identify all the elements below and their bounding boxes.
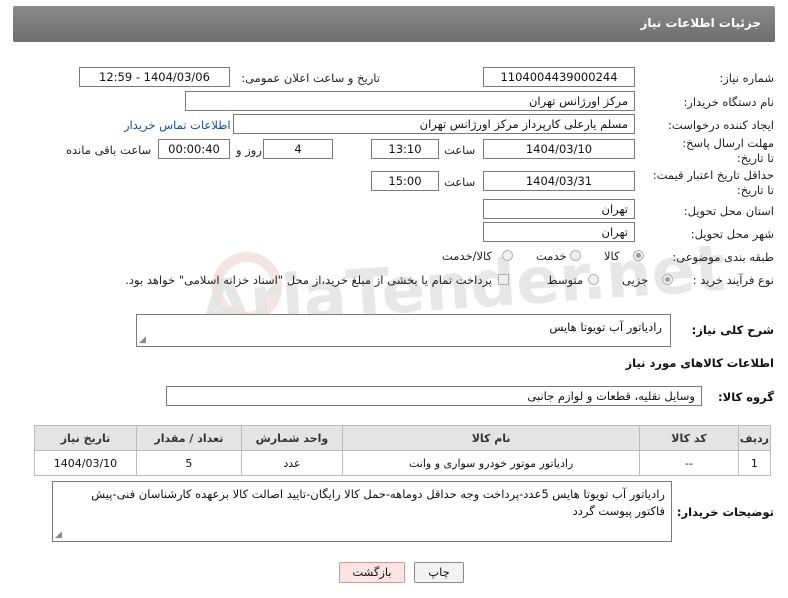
- cell-qty: 5: [135, 450, 242, 476]
- col-qty-header: تعداد / مقدار: [135, 425, 242, 451]
- col-row-header: ردیف: [737, 425, 772, 451]
- contact-info-link[interactable]: اطلاعات تماس خریدار: [124, 118, 231, 132]
- process-radio-minor[interactable]: [662, 274, 673, 285]
- deadline-time-field: 13:10: [371, 139, 439, 159]
- description-text: رادیاتور آب تویوتا هایس: [549, 320, 662, 334]
- days-field: 4: [263, 139, 333, 159]
- category-option-goods-service: کالا/خدمت: [442, 249, 493, 263]
- deadline-date-field: 1404/03/10: [483, 139, 635, 159]
- creator-field: مسلم یارعلی کارپرداز مرکز اورژانس تهران: [233, 114, 635, 134]
- days-label: روز و: [236, 143, 262, 157]
- resize-grip-icon[interactable]: ◢: [55, 530, 62, 540]
- treasury-payment-checkbox[interactable]: [498, 274, 509, 285]
- buyer-notes-label: توضیحات خریدار:: [676, 505, 774, 519]
- validity-date-field: 1404/03/31: [483, 171, 635, 191]
- description-textarea[interactable]: رادیاتور آب تویوتا هایس ◢: [136, 314, 671, 347]
- creator-label: ایجاد کننده درخواست:: [668, 118, 774, 132]
- city-label: شهر محل تحویل:: [690, 227, 774, 241]
- province-field: تهران: [483, 199, 635, 219]
- remaining-label: ساعت باقی مانده: [66, 143, 152, 157]
- process-label: نوع فرآیند خرید :: [692, 273, 774, 287]
- category-radio-goods[interactable]: [633, 250, 644, 261]
- buyer-notes-text: رادیاتور آب تویوتا هایس 5عدد-پرداخت وجه …: [91, 487, 665, 518]
- goods-group-label: گروه کالا:: [718, 390, 774, 404]
- buyer-notes-textarea[interactable]: رادیاتور آب تویوتا هایس 5عدد-پرداخت وجه …: [52, 481, 672, 542]
- col-date-header: تاریخ نیاز: [34, 425, 137, 451]
- province-label: استان محل تحویل:: [683, 204, 774, 218]
- city-field: تهران: [483, 222, 635, 242]
- process-radio-medium[interactable]: [588, 274, 599, 285]
- col-code-header: کد کالا: [639, 425, 739, 451]
- cell-unit: عدد: [240, 450, 344, 476]
- validity-time-field: 15:00: [371, 171, 439, 191]
- announce-field: 1404/03/06 - 12:59: [79, 67, 230, 87]
- page-title: جزئیات اطلاعات نیاز: [640, 16, 761, 30]
- process-option-medium: متوسط: [547, 273, 584, 287]
- col-name-header: نام کالا: [342, 425, 641, 451]
- col-unit-header: واحد شمارش: [240, 425, 344, 451]
- process-option-minor: جزیی: [622, 273, 649, 287]
- category-radio-goods-service[interactable]: [502, 250, 513, 261]
- goods-group-field: وسایل نقلیه، قطعات و لوازم جانبی: [166, 386, 702, 406]
- back-button[interactable]: بازگشت: [339, 562, 405, 583]
- print-button[interactable]: چاپ: [414, 562, 464, 583]
- deadline-time-label: ساعت: [444, 143, 476, 157]
- category-option-service: خدمت: [536, 249, 567, 263]
- cell-row-number: 1: [737, 450, 772, 476]
- goods-section-title: اطلاعات کالاهای مورد نیاز: [625, 356, 774, 370]
- remaining-field: 00:00:40: [158, 139, 230, 159]
- description-label: شرح کلی نیاز:: [691, 323, 774, 337]
- table-row: 1 -- رادیاتور موتور خودرو سواری و وانت ع…: [34, 450, 772, 476]
- items-table: ردیف کد کالا نام کالا واحد شمارش تعداد /…: [34, 425, 772, 476]
- cell-code: --: [639, 450, 739, 476]
- category-label: طبقه بندی موضوعی:: [672, 250, 774, 264]
- category-option-goods: کالا: [604, 249, 620, 263]
- table-header-row: ردیف کد کالا نام کالا واحد شمارش تعداد /…: [34, 425, 772, 451]
- watermark-logo-icon: [212, 252, 282, 322]
- need-number-field: 1104004439000244: [483, 67, 635, 87]
- buyer-org-field: مرکز اورژانس تهران: [185, 91, 635, 111]
- cell-name: رادیاتور موتور خودرو سواری و وانت: [342, 450, 641, 476]
- validity-time-label: ساعت: [444, 175, 476, 189]
- announce-label: تاریخ و ساعت اعلان عمومی:: [241, 71, 380, 85]
- treasury-payment-note: پرداخت تمام یا بخشی از مبلغ خرید،از محل …: [125, 273, 492, 287]
- page-header: جزئیات اطلاعات نیاز: [13, 6, 775, 42]
- deadline-label: مهلت ارسال پاسخ: تا تاریخ:: [682, 136, 774, 165]
- buyer-org-label: نام دستگاه خریدار:: [683, 95, 774, 109]
- category-radio-service[interactable]: [570, 250, 581, 261]
- validity-label: حداقل تاریخ اعتبار قیمت: تا تاریخ:: [652, 168, 774, 197]
- need-number-label: شماره نیاز:: [719, 71, 774, 85]
- cell-date: 1404/03/10: [34, 450, 137, 476]
- resize-grip-icon[interactable]: ◢: [139, 335, 146, 345]
